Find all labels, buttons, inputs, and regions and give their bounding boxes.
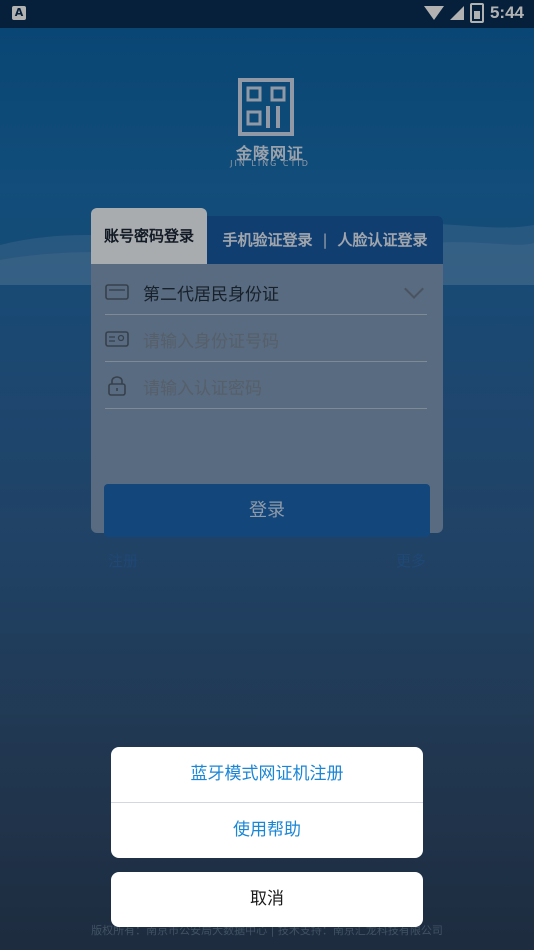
cancel-button[interactable]: 取消 <box>111 872 423 927</box>
bluetooth-register-option[interactable]: 蓝牙模式网证机注册 <box>111 747 423 802</box>
action-sheet: 蓝牙模式网证机注册 使用帮助 <box>111 747 423 858</box>
help-option[interactable]: 使用帮助 <box>111 803 423 858</box>
